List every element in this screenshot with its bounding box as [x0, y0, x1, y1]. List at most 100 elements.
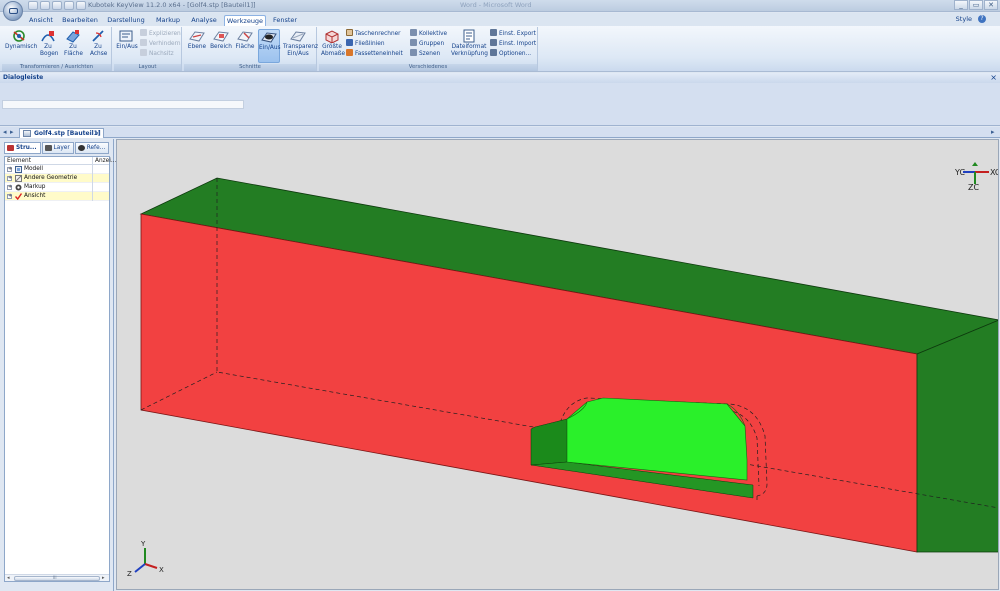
- bereich-button[interactable]: Bereich: [209, 29, 233, 51]
- tab-analyse[interactable]: Analyse: [191, 15, 217, 26]
- schnitt-ein-aus-label: Ein/Aus: [259, 45, 281, 51]
- panel-tabs: Stru... Layer Refe...: [4, 142, 110, 154]
- triad-top-x-label: XC: [990, 168, 999, 177]
- column-divider: [92, 165, 93, 174]
- expand-icon[interactable]: +: [7, 167, 12, 172]
- structure-icon: [7, 145, 14, 151]
- expand-icon[interactable]: +: [7, 194, 12, 199]
- tree-row-ansicht[interactable]: + Ansicht: [5, 192, 109, 201]
- optionen-button[interactable]: Optionen...: [490, 49, 531, 58]
- model-canvas[interactable]: XC YC ZC Y X Z: [117, 140, 999, 590]
- box-side-face[interactable]: [916, 319, 999, 553]
- 3d-viewport[interactable]: XC YC ZC Y X Z: [116, 139, 999, 590]
- tab-ansicht[interactable]: Ansicht: [28, 15, 54, 26]
- window-title: Kubotek KeyView 11.2.0 x64 - [Golf4.stp …: [88, 1, 256, 9]
- application-menu-button[interactable]: [3, 1, 23, 21]
- tab-scroll-left-icon[interactable]: ◂: [3, 128, 7, 136]
- nachsitz-label: Nachsitz: [149, 51, 174, 57]
- triad-bottom-z-label: Z: [127, 570, 132, 578]
- fliesslinien-label: Fließlinien: [355, 41, 385, 47]
- flaeche-schnitt-button[interactable]: Fläche: [234, 29, 256, 51]
- undo-icon[interactable]: [64, 1, 74, 10]
- kollektive-label: Kollektive: [419, 31, 448, 37]
- dynamisch-button[interactable]: Dynamisch: [5, 29, 37, 51]
- save-icon[interactable]: [28, 1, 38, 10]
- layout-ein-aus-button[interactable]: Ein/Aus: [116, 29, 138, 51]
- panel-tab-struktur[interactable]: Stru...: [4, 142, 41, 154]
- document-tab-close-icon[interactable]: ×: [95, 129, 100, 138]
- ebene-button[interactable]: Ebene: [186, 29, 208, 51]
- triad-top-z-label: ZC: [968, 183, 979, 192]
- tab-markup[interactable]: Markup: [155, 15, 181, 26]
- file-link-icon: [463, 29, 475, 43]
- panel-tab-referenz[interactable]: Refe...: [74, 142, 110, 154]
- tree-header-anzeige[interactable]: Anzei...: [92, 157, 116, 165]
- style-menu[interactable]: Style: [956, 15, 972, 23]
- tree-row-andere-geometrie[interactable]: + Andere Geometrie: [5, 174, 109, 183]
- zu-bogen-button[interactable]: Zu Bogen: [38, 29, 58, 57]
- scroll-left-icon[interactable]: ◂: [7, 575, 10, 582]
- szenen-button[interactable]: Szenen: [410, 49, 440, 58]
- szenen-label: Szenen: [419, 51, 441, 57]
- groesste-abmasse-button[interactable]: Größte Abmaße: [320, 29, 345, 57]
- tree-label-modell: Modell: [24, 166, 44, 172]
- nachsitz-button[interactable]: Nachsitz: [140, 49, 174, 58]
- tab-list-arrow-icon[interactable]: ▸: [991, 128, 995, 136]
- tree-label-andere-geometrie: Andere Geometrie: [24, 175, 78, 181]
- collective-icon: [410, 29, 417, 36]
- dialog-bar-title: Dialogleiste: [0, 73, 1000, 83]
- fassetteneinheit-button[interactable]: Fassetteneinheit: [346, 49, 403, 58]
- help-icon[interactable]: ?: [978, 15, 986, 23]
- panel-tab-layer[interactable]: Layer: [41, 142, 74, 154]
- document-icon: [23, 130, 31, 137]
- tree-row-markup[interactable]: + Markup: [5, 183, 109, 192]
- tree-label-ansicht: Ansicht: [24, 193, 46, 199]
- print-icon[interactable]: [52, 1, 62, 10]
- tab-bearbeiten[interactable]: Bearbeiten: [62, 15, 98, 26]
- zu-achse-button[interactable]: Zu Achse: [88, 29, 108, 57]
- group-transformieren: Dynamisch Zu Bogen Zu Fläche Zu Achse Tr…: [2, 27, 112, 71]
- maximize-button[interactable]: ▭: [969, 0, 983, 10]
- dateiformat-verknuepfung-button[interactable]: Dateiformat Verknüpfung: [450, 29, 488, 57]
- tree-header-element[interactable]: Element: [5, 158, 31, 164]
- document-tab-golf4[interactable]: Golf4.stp [Bauteil1] ×: [19, 128, 104, 138]
- expand-icon[interactable]: +: [7, 176, 12, 181]
- scroll-right-icon[interactable]: ▸: [102, 575, 105, 582]
- gruppen-button[interactable]: Gruppen: [410, 39, 444, 48]
- tree-row-modell[interactable]: + Modell: [5, 165, 109, 174]
- schnitt-ein-aus-button[interactable]: Ein/Aus: [258, 29, 281, 63]
- group-label-transformieren: Transformieren / Ausrichten: [2, 64, 111, 71]
- orientation-triad-top: XC YC ZC: [954, 162, 999, 192]
- einst-export-button[interactable]: Einst. Export: [490, 29, 536, 38]
- tab-darstellung[interactable]: Darstellung: [107, 15, 145, 26]
- triad-bottom-y-label: Y: [140, 540, 146, 548]
- open-icon[interactable]: [40, 1, 50, 10]
- triad-top-y-label: YC: [954, 168, 965, 177]
- einst-import-button[interactable]: Einst. Import: [490, 39, 536, 48]
- style-area: Style ?: [956, 15, 986, 23]
- group-layout: Ein/Aus Explizieren Verhindern Nachsitz …: [114, 27, 182, 71]
- layer-icon: [44, 145, 52, 151]
- explizieren-button[interactable]: Explizieren: [140, 29, 181, 38]
- arc-icon: [41, 31, 55, 42]
- verhindern-button[interactable]: Verhindern: [140, 39, 181, 48]
- redo-icon[interactable]: [76, 1, 86, 10]
- tab-fenster[interactable]: Fenster: [272, 15, 298, 26]
- tab-werkzeuge[interactable]: Werkzeuge: [224, 15, 266, 26]
- title-bar: Kubotek KeyView 11.2.0 x64 - [Golf4.stp …: [0, 0, 1000, 12]
- tab-scroll-right-icon[interactable]: ▸: [10, 128, 14, 136]
- markup-icon: [15, 184, 22, 191]
- scrollbar-thumb[interactable]: III: [14, 575, 100, 581]
- tree-horizontal-scrollbar[interactable]: ◂ III ▸: [5, 574, 109, 581]
- zu-flaeche-button[interactable]: Zu Fläche: [62, 29, 84, 57]
- close-button[interactable]: ✕: [984, 0, 998, 10]
- transparenz-button[interactable]: Transparenz Ein/Aus: [282, 29, 318, 57]
- fliesslinien-button[interactable]: Fließlinien: [346, 39, 385, 48]
- dialog-bar-input[interactable]: [2, 100, 244, 109]
- minimize-button[interactable]: _: [954, 0, 968, 10]
- expand-icon[interactable]: +: [7, 185, 12, 190]
- axis-icon: [92, 30, 104, 42]
- taschenrechner-button[interactable]: Taschenrechner: [346, 29, 401, 38]
- dialog-bar-close-icon[interactable]: ×: [990, 73, 997, 83]
- kollektive-button[interactable]: Kollektive: [410, 29, 447, 38]
